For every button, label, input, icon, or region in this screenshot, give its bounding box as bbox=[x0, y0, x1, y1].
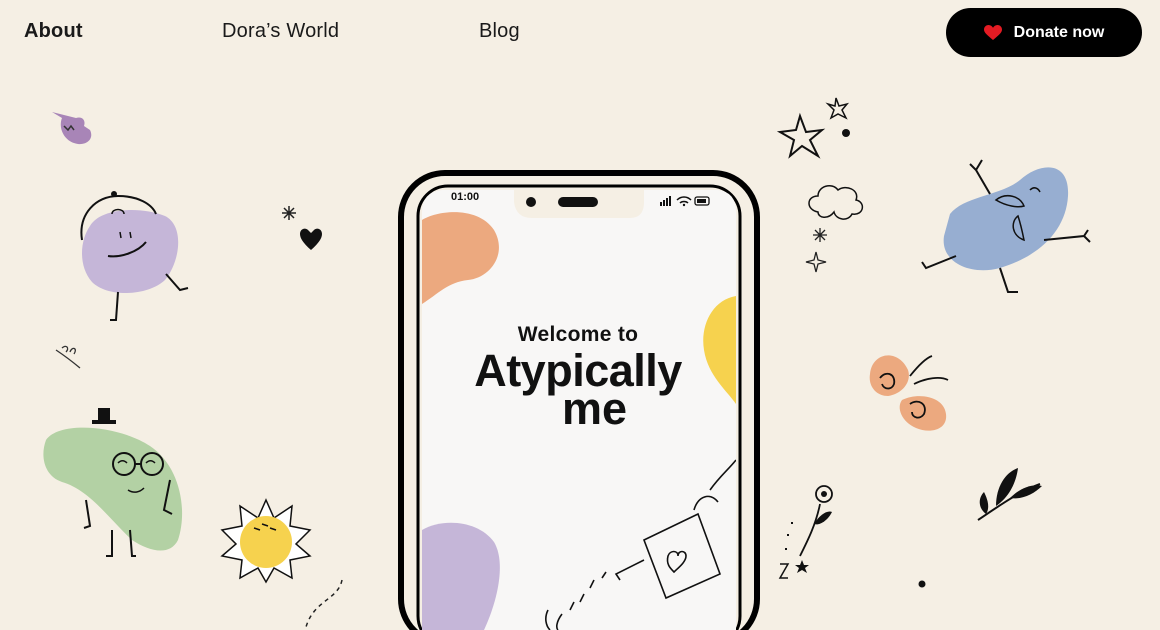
blue-blob-character bbox=[921, 159, 1091, 293]
cloud-doodle bbox=[805, 185, 864, 273]
leaf-branch-doodle bbox=[977, 468, 1042, 521]
dot-doodle bbox=[918, 580, 926, 588]
purple-blob-character bbox=[80, 191, 189, 321]
green-blob-character bbox=[43, 408, 183, 557]
dashed-path-doodle bbox=[305, 579, 343, 627]
donate-label: Donate now bbox=[1013, 23, 1105, 41]
top-nav: About Dora’s World Blog Donate now bbox=[0, 0, 1160, 64]
camera-icon bbox=[526, 197, 536, 207]
sprig-doodle bbox=[55, 345, 81, 369]
speaker-grille bbox=[558, 197, 598, 207]
brand-title-line2: me bbox=[562, 383, 628, 434]
sparkle-and-heart-doodle bbox=[282, 206, 322, 250]
nav-about-link[interactable]: About bbox=[24, 20, 83, 43]
welcome-text: Welcome to bbox=[517, 323, 639, 346]
status-time: 01:00 bbox=[451, 191, 480, 203]
heart-icon bbox=[983, 24, 1002, 41]
nav-doras-world-link[interactable]: Dora’s World bbox=[222, 20, 339, 43]
donate-now-button[interactable]: Donate now bbox=[946, 8, 1142, 57]
flower-doodle bbox=[778, 485, 833, 579]
nav-blog-link[interactable]: Blog bbox=[479, 20, 520, 43]
bird-doodle bbox=[52, 112, 92, 145]
sun-doodle bbox=[220, 498, 312, 584]
butterfly-doodle bbox=[869, 355, 949, 431]
stars-doodle bbox=[776, 97, 850, 159]
